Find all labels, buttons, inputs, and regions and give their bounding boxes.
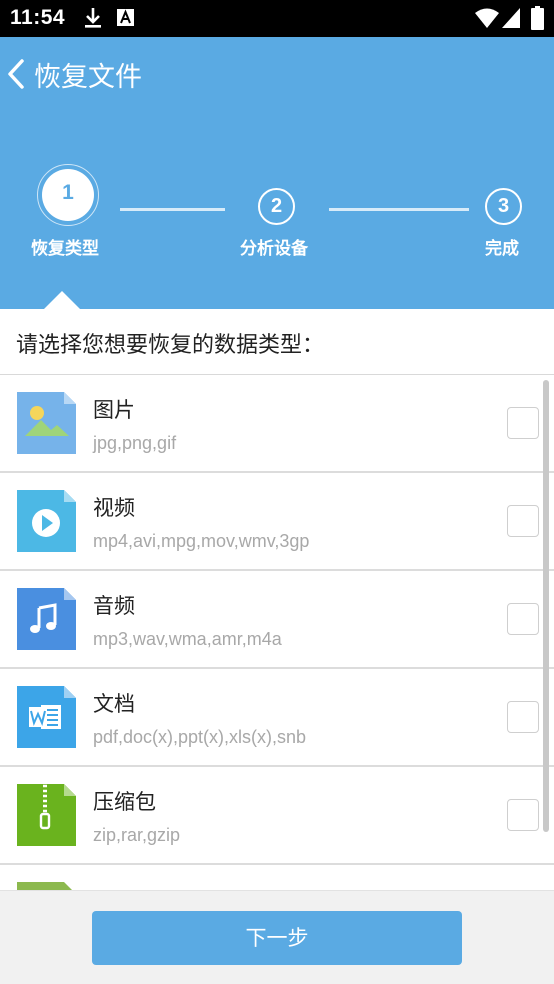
- step-3-label: 完成: [485, 239, 519, 259]
- page-title: 恢复文件: [34, 62, 142, 93]
- images-checkbox[interactable]: [507, 407, 539, 439]
- download-icon: [85, 8, 101, 28]
- videos-checkbox[interactable]: [507, 505, 539, 537]
- status-time: 11:54: [10, 6, 66, 29]
- active-step-pointer: [44, 291, 80, 309]
- list-item-videos[interactable]: 视频 mp4,avi,mpg,mov,wmv,3gp: [0, 473, 554, 571]
- step-connector: [329, 208, 469, 211]
- back-arrow-icon[interactable]: [4, 58, 28, 90]
- status-bar: 11:54: [0, 0, 554, 37]
- item-formats: mp3,wav,wma,amr,m4a: [93, 629, 282, 649]
- item-title: 音频: [93, 594, 135, 618]
- file-icon: [17, 882, 72, 890]
- step-3-circle: 3: [485, 188, 522, 225]
- item-title: 压缩包: [93, 790, 156, 814]
- step-2-circle: 2: [258, 188, 295, 225]
- item-formats: zip,rar,gzip: [93, 825, 181, 845]
- list-item-documents[interactable]: 文档 pdf,doc(x),ppt(x),xls(x),snb: [0, 669, 554, 767]
- documents-checkbox[interactable]: [507, 701, 539, 733]
- word-document-icon: [17, 686, 76, 748]
- next-step-button[interactable]: 下一步: [92, 911, 462, 965]
- step-2-label: 分析设备: [240, 239, 308, 259]
- list-item-audio[interactable]: 音频 mp3,wav,wma,amr,m4a: [0, 571, 554, 669]
- item-formats: mp4,avi,mpg,mov,wmv,3gp: [93, 531, 310, 551]
- list-item-partial[interactable]: [0, 865, 554, 890]
- bottom-bar: 下一步: [0, 890, 554, 984]
- item-title: 图片: [93, 398, 135, 422]
- list-item-images[interactable]: 图片 jpg,png,gif: [0, 375, 554, 473]
- audio-file-icon: [17, 588, 76, 650]
- audio-checkbox[interactable]: [507, 603, 539, 635]
- data-type-prompt: 请选择您想要恢复的数据类型：: [16, 333, 325, 358]
- step-1-circle: 1: [42, 169, 94, 221]
- item-title: 文档: [93, 692, 135, 716]
- signal-icon: [502, 8, 520, 28]
- battery-icon: [531, 6, 544, 30]
- step-1-label: 恢复类型: [31, 239, 99, 259]
- file-type-list[interactable]: 图片 jpg,png,gif 视频 mp4,avi,mpg,mov,wmv,3g…: [0, 375, 554, 890]
- item-formats: pdf,doc(x),ppt(x),xls(x),snb: [93, 727, 307, 747]
- wifi-icon: [475, 8, 499, 28]
- notification-a-icon: [117, 9, 134, 26]
- item-title: 视频: [93, 496, 135, 520]
- image-file-icon: [17, 392, 76, 454]
- scrollbar[interactable]: [543, 380, 549, 832]
- archives-checkbox[interactable]: [507, 799, 539, 831]
- list-item-archives[interactable]: 压缩包 zip,rar,gzip: [0, 767, 554, 865]
- header: 恢复文件 1 2 3 恢复类型 分析设备 完成: [0, 37, 554, 309]
- video-file-icon: [17, 490, 76, 552]
- step-connector: [120, 208, 225, 211]
- zip-archive-icon: [17, 784, 76, 846]
- item-formats: jpg,png,gif: [93, 433, 177, 453]
